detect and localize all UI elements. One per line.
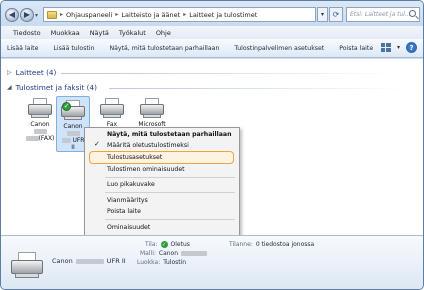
details-queue-row: Tilanne: 0 tiedostoa jonossa xyxy=(229,241,314,248)
breadcrumb-separator-icon[interactable]: ▸ xyxy=(115,11,118,18)
printer-item-canon-fax[interactable]: Canon (FAX) xyxy=(23,97,57,142)
refresh-button[interactable]: ⟳ xyxy=(329,7,343,22)
details-name-prefix: Canon xyxy=(52,257,73,265)
menu-item-create-shortcut[interactable]: Luo pikakuvake xyxy=(107,180,155,189)
menu-item-set-default[interactable]: Määritä oletustulostimeksi xyxy=(107,141,189,150)
back-button[interactable]: ◀ xyxy=(5,8,19,22)
checkmark-icon: ✓ xyxy=(94,140,100,148)
menu-item-properties[interactable]: Ominaisuudet xyxy=(107,223,150,232)
search-icon[interactable] xyxy=(409,10,416,17)
print-server-properties-button[interactable]: Tulostinpalvelimen asetukset xyxy=(234,45,324,52)
address-dropdown-button[interactable]: ▾ xyxy=(317,7,328,22)
breadcrumb-devices-printers[interactable]: Laitteet ja tulostimet xyxy=(189,11,257,19)
menu-edit[interactable]: Muokkaa xyxy=(51,29,80,37)
refresh-icon: ⟳ xyxy=(332,10,340,19)
help-icon[interactable]: ? xyxy=(406,42,417,53)
printer-icon xyxy=(138,97,166,119)
details-model-row: Malli: Canon xyxy=(140,250,208,257)
category-value: Tulostin xyxy=(163,259,187,266)
collapse-arrow-icon[interactable]: ◢ xyxy=(7,84,12,91)
add-printer-button[interactable]: Lisää tulostin xyxy=(53,45,94,52)
menu-separator xyxy=(105,192,235,193)
redacted-model-text xyxy=(66,131,80,136)
group-title-devices: Laitteet (4) xyxy=(15,68,57,77)
details-category-row: Luokka: Tulostin xyxy=(137,259,186,266)
menu-item-remove-device[interactable]: Poista laite xyxy=(107,207,141,216)
chevron-down-icon: ▾ xyxy=(320,11,324,18)
group-divider xyxy=(109,88,409,89)
menu-bar: Tiedosto Muokkaa Näytä Työkalut Ohje xyxy=(1,26,423,39)
redacted-model-text xyxy=(61,138,71,143)
forward-button[interactable]: ▶ xyxy=(20,8,34,22)
device-label-suffix: (FAX) xyxy=(38,135,55,142)
details-pane: Canon UFR II Tila: ✓ Oletus Malli: Canon… xyxy=(1,235,423,289)
model-label: Malli: xyxy=(140,250,156,257)
fax-icon xyxy=(98,97,126,119)
explorer-window: ◀ ▶ ▾ ▸ Ohjauspaneeli ▸ Laitteisto ja ää… xyxy=(0,0,424,290)
recent-pages-dropdown[interactable]: ▾ xyxy=(35,12,38,19)
menu-separator xyxy=(105,177,235,178)
redacted-model-text xyxy=(25,136,39,141)
expand-arrow-icon[interactable]: ▷ xyxy=(7,69,12,76)
back-arrow-icon: ◀ xyxy=(8,10,16,19)
redacted-model-text xyxy=(33,129,47,134)
breadcrumb-separator-icon[interactable]: ▸ xyxy=(60,11,63,18)
queue-value: 0 tiedostoa jonossa xyxy=(255,241,315,248)
view-options-dropdown[interactable]: ▾ xyxy=(397,44,400,51)
search-placeholder: Etsi: Laitteet ja tul... xyxy=(350,11,411,18)
menu-view[interactable]: Näytä xyxy=(90,29,109,37)
group-header-devices[interactable]: ▷ Laitteet (4) xyxy=(7,68,56,77)
forward-arrow-icon: ▶ xyxy=(23,10,31,19)
context-menu: Näytä, mitä tulostetaan parhaillaan ✓ Mä… xyxy=(84,127,240,236)
breadcrumb-hardware-sound[interactable]: Laitteisto ja äänet xyxy=(121,11,180,19)
status-label: Tila: xyxy=(145,241,158,248)
category-label: Luokka: xyxy=(137,259,161,266)
breadcrumb-control-panel[interactable]: Ohjauspaneeli xyxy=(66,11,112,19)
details-printer-name: Canon UFR II xyxy=(52,257,126,265)
details-name-suffix: UFR II xyxy=(106,257,126,265)
add-device-button[interactable]: Lisää laite xyxy=(7,45,38,52)
device-label-suffix: UFR xyxy=(72,137,85,144)
command-bar: Lisää laite Lisää tulostin Näytä, mitä t… xyxy=(1,39,423,58)
control-panel-icon xyxy=(47,10,57,19)
menu-item-see-printing[interactable]: Näytä, mitä tulostetaan parhaillaan xyxy=(107,130,231,139)
redacted-model-text xyxy=(181,251,208,256)
breadcrumb-separator-icon[interactable]: ▸ xyxy=(183,11,186,18)
printer-icon xyxy=(26,97,54,119)
change-view-icon[interactable] xyxy=(380,43,391,52)
menu-separator xyxy=(105,219,235,220)
see-printing-button[interactable]: Näytä, mitä tulostetaan parhaillaan xyxy=(110,45,220,52)
menu-item-printer-properties[interactable]: Tulostimen ominaisuudet xyxy=(107,165,185,174)
remove-device-button[interactable]: Poista laite xyxy=(339,45,373,52)
menu-file[interactable]: Tiedosto xyxy=(13,29,41,37)
group-divider xyxy=(61,73,401,74)
default-printer-check-icon: ✓ xyxy=(62,102,71,111)
details-status-row: Tila: ✓ Oletus xyxy=(145,241,190,248)
printer-item-fax[interactable]: Fax xyxy=(95,97,129,128)
menu-item-printing-preferences[interactable]: Tulostusasetukset xyxy=(107,153,162,162)
menu-item-troubleshoot[interactable]: Vianmääritys xyxy=(107,196,148,205)
printer-item-microsoft[interactable]: Microsoft xyxy=(135,97,169,128)
printer-large-icon xyxy=(9,251,45,279)
redacted-model-text xyxy=(75,258,104,264)
device-label: Canon xyxy=(30,121,50,128)
group-title-printers: Tulostimet ja faksit (4) xyxy=(15,83,97,92)
menu-tools[interactable]: Työkalut xyxy=(119,29,146,37)
view-controls: ▾ ? xyxy=(380,42,417,53)
search-input[interactable]: Etsi: Laitteet ja tul... xyxy=(346,7,420,22)
printer-icon: ✓ xyxy=(59,99,87,121)
status-value: Oletus xyxy=(170,241,190,248)
menu-help[interactable]: Ohje xyxy=(156,29,171,37)
address-bar[interactable]: ▸ Ohjauspaneeli ▸ Laitteisto ja äänet ▸ … xyxy=(43,7,316,22)
default-status-icon: ✓ xyxy=(160,241,168,248)
model-value: Canon xyxy=(158,250,179,257)
group-header-printers[interactable]: ◢ Tulostimet ja faksit (4) xyxy=(7,83,97,92)
queue-label: Tilanne: xyxy=(229,241,253,248)
